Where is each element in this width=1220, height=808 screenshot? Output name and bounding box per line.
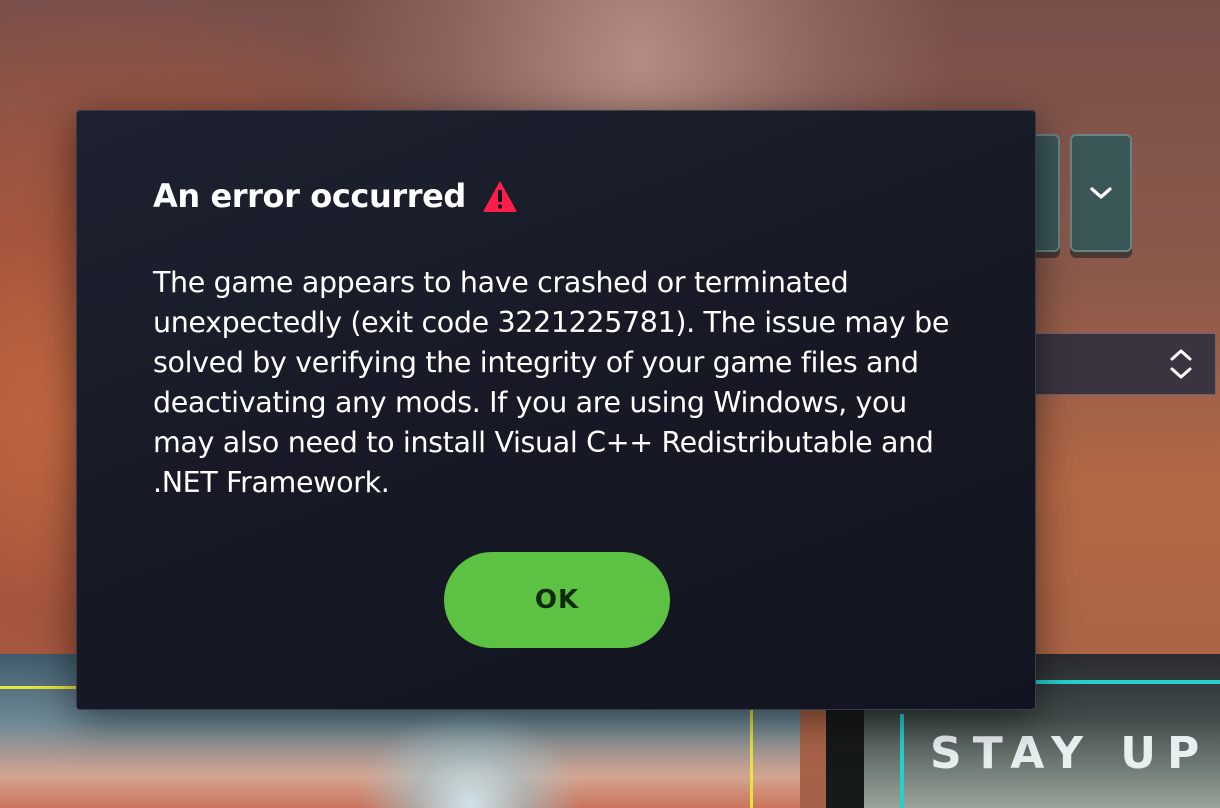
play-options-dropdown-button[interactable] bbox=[1070, 134, 1132, 252]
updown-arrows-icon bbox=[1170, 349, 1192, 379]
dialog-title: An error occurred bbox=[153, 177, 466, 215]
chevron-down-icon bbox=[1090, 187, 1112, 199]
news-card-banner-text: STAY UP T bbox=[930, 728, 1220, 779]
message-line: deactivating any mods. If you are using … bbox=[153, 386, 907, 419]
launcher-background: STAY UP T An error occurred The game app… bbox=[0, 0, 1220, 808]
ok-button[interactable]: OK bbox=[444, 552, 670, 648]
dialog-message: The game appears to have crashed or term… bbox=[153, 263, 993, 503]
message-line: unexpectedly (exit code 3221225781). The… bbox=[153, 306, 950, 339]
message-line: .NET Framework. bbox=[153, 466, 390, 499]
message-line: The game appears to have crashed or term… bbox=[153, 266, 849, 299]
warning-icon bbox=[482, 179, 518, 213]
dialog-header: An error occurred bbox=[153, 177, 518, 215]
accent-line bbox=[900, 714, 904, 808]
accent-line bbox=[750, 710, 753, 808]
error-dialog: An error occurred The game appears to ha… bbox=[76, 110, 1036, 710]
message-line: may also need to install Visual C++ Redi… bbox=[153, 426, 934, 459]
accent-line bbox=[1032, 680, 1220, 684]
message-line: solved by verifying the integrity of you… bbox=[153, 346, 919, 379]
